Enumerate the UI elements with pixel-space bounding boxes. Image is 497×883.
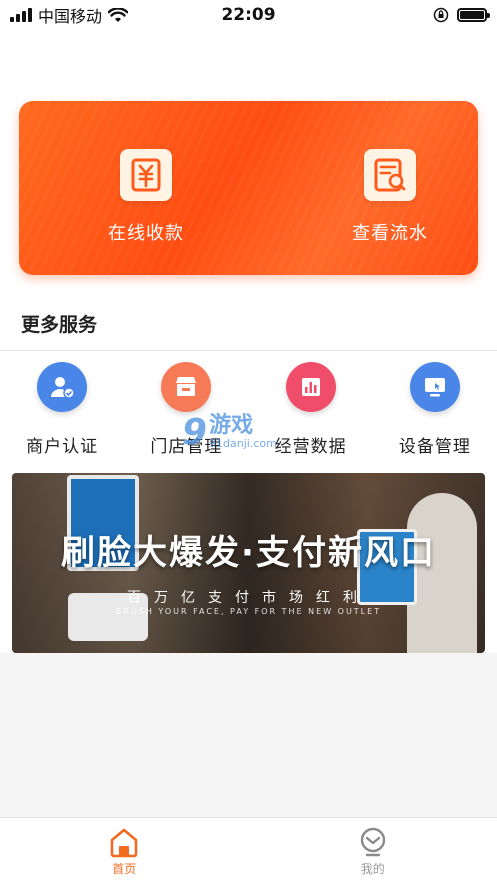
carrier-name: 中国移动 <box>38 7 103 26</box>
tab-bar: 首页 我的 <box>0 817 497 883</box>
device-management-label: 设备管理 <box>398 437 471 457</box>
device-management-button[interactable]: 设备管理 <box>373 362 497 457</box>
business-data-button[interactable]: 经营数据 <box>249 362 373 457</box>
online-payment-label: 在线收款 <box>108 223 184 244</box>
wifi-icon <box>108 7 129 22</box>
tab-home-label: 首页 <box>112 862 137 876</box>
section-title: 更多服务 <box>21 314 98 336</box>
orientation-lock-icon <box>433 7 449 23</box>
tab-profile[interactable]: 我的 <box>249 818 497 883</box>
store-management-button[interactable]: 门店管理 <box>124 362 248 457</box>
status-right <box>433 7 490 23</box>
bar-chart-icon <box>285 362 336 412</box>
merchant-verify-button[interactable]: 商户认证 <box>0 362 124 457</box>
hero-card: 在线收款 查看流水 <box>19 101 478 275</box>
battery-icon <box>457 8 490 22</box>
banner-english: BRUSH YOUR FACE, PAY FOR THE NEW OUTLET <box>115 607 382 616</box>
home-icon <box>110 828 138 858</box>
tab-profile-label: 我的 <box>360 862 385 876</box>
view-statement-button[interactable]: 查看流水 <box>315 149 465 245</box>
device-icon <box>409 362 460 412</box>
search-statement-icon <box>364 149 416 201</box>
online-payment-button[interactable]: 在线收款 <box>71 149 221 245</box>
banner-title: 刷脸大爆发·支付新风口 <box>61 533 436 573</box>
merchant-verify-icon <box>37 362 88 412</box>
tab-home[interactable]: 首页 <box>0 818 249 883</box>
view-statement-label: 查看流水 <box>352 223 428 244</box>
yuan-receipt-icon <box>120 149 172 201</box>
store-icon <box>161 362 212 412</box>
promo-banner[interactable]: 刷脸大爆发·支付新风口 百万亿支付市场红利 BRUSH YOUR FACE, P… <box>12 473 485 653</box>
status-bar: 中国移动 22:09 <box>0 0 497 30</box>
banner-subtitle: 百万亿支付市场红利 <box>127 590 370 606</box>
status-time: 22:09 <box>221 5 276 25</box>
business-data-label: 经营数据 <box>274 437 347 457</box>
profile-icon <box>360 827 385 857</box>
status-left: 中国移动 <box>10 3 129 27</box>
divider <box>0 350 497 351</box>
store-management-label: 门店管理 <box>150 437 223 457</box>
merchant-verify-label: 商户认证 <box>26 437 99 457</box>
services-grid: 商户认证 门店管理 经营数据 设备管理 <box>0 362 497 457</box>
signal-icon <box>10 8 32 22</box>
empty-area <box>0 653 497 817</box>
